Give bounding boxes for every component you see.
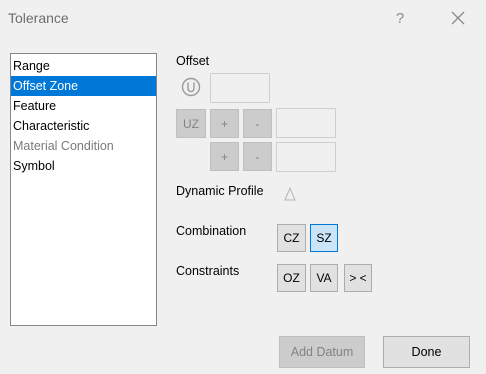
unequal-zone-circle-u-icon — [181, 77, 201, 97]
close-icon — [451, 11, 465, 25]
dynamic-profile-triangle-icon[interactable] — [283, 186, 297, 202]
plus-button-2[interactable]: + — [210, 142, 239, 171]
close-button[interactable] — [445, 6, 471, 30]
cz-button[interactable]: CZ — [277, 224, 306, 252]
dynamic-profile-label: Dynamic Profile — [176, 184, 264, 198]
list-item-characteristic[interactable]: Characteristic — [11, 116, 156, 136]
help-button[interactable]: ? — [387, 6, 413, 30]
list-item-symbol[interactable]: Symbol — [11, 156, 156, 176]
offset-heading: Offset — [176, 54, 210, 68]
plus-button-1[interactable]: + — [210, 109, 239, 138]
list-item-offset-zone[interactable]: Offset Zone — [11, 76, 156, 96]
combination-label: Combination — [176, 224, 247, 238]
oz-button[interactable]: OZ — [277, 264, 306, 292]
va-button[interactable]: VA — [310, 264, 338, 292]
list-item-range[interactable]: Range — [11, 56, 156, 76]
constraints-label: Constraints — [176, 264, 240, 278]
offset-second-value-field[interactable] — [276, 142, 336, 172]
offset-value-field[interactable] — [210, 73, 270, 103]
window-title: Tolerance — [8, 10, 69, 26]
gt-lt-button[interactable]: > < — [344, 264, 372, 292]
list-item-feature[interactable]: Feature — [11, 96, 156, 116]
sz-button[interactable]: SZ — [310, 224, 338, 252]
done-button[interactable]: Done — [383, 336, 470, 368]
minus-button-1[interactable]: - — [243, 109, 272, 138]
add-datum-button[interactable]: Add Datum — [279, 336, 365, 368]
list-item-material-condition: Material Condition — [13, 139, 114, 153]
category-list[interactable]: Range Offset Zone Feature Characteristic… — [10, 53, 157, 326]
minus-button-2[interactable]: - — [243, 142, 272, 171]
uz-button[interactable]: UZ — [176, 109, 206, 138]
offset-uz-value-field[interactable] — [276, 108, 336, 138]
